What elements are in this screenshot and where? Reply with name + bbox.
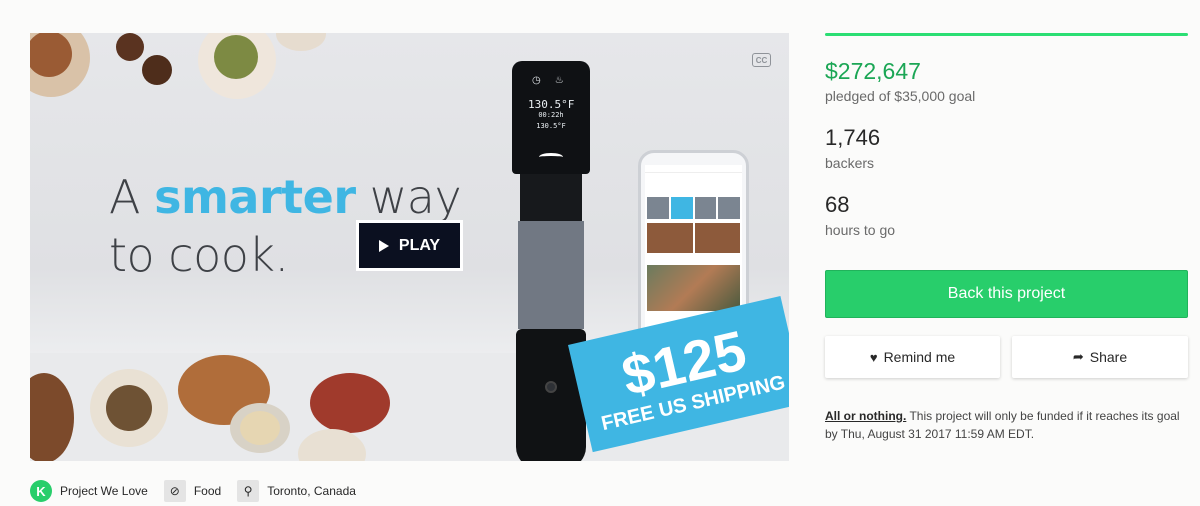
food-plate-image bbox=[90, 369, 168, 447]
food-plate-image bbox=[310, 373, 390, 433]
food-plate-image bbox=[276, 33, 326, 51]
food-plate-image bbox=[230, 403, 290, 453]
kickstarter-k-icon: K bbox=[30, 480, 52, 502]
food-plate-image bbox=[116, 33, 144, 61]
sous-vide-device-image: ◷♨ 130.5°F 00:22h 130.5°F bbox=[512, 61, 590, 461]
food-plate-image bbox=[198, 33, 276, 99]
food-plate-image bbox=[30, 33, 90, 97]
closed-captions-button[interactable]: CC bbox=[752, 53, 771, 67]
funding-progress-bar bbox=[825, 33, 1188, 36]
hours-label: hours to go bbox=[825, 222, 896, 238]
backers-label: backers bbox=[825, 155, 875, 171]
hours-count: 68 bbox=[825, 192, 850, 217]
funding-stats: $272,647 pledged of $35,000 goal 1,746 b… bbox=[825, 33, 1188, 239]
device-display: 130.5°F 00:22h 130.5°F bbox=[528, 98, 575, 130]
tag-category-food[interactable]: ⊘ Food bbox=[163, 480, 221, 502]
tag-project-we-love[interactable]: K Project We Love bbox=[30, 480, 148, 502]
device-icons: ◷♨ bbox=[532, 75, 578, 86]
heart-icon: ♥ bbox=[869, 349, 878, 365]
play-button[interactable]: PLAY bbox=[356, 220, 463, 271]
play-icon bbox=[378, 239, 389, 252]
pledged-label: pledged of $35,000 goal bbox=[825, 88, 976, 104]
compass-icon: ⊘ bbox=[163, 480, 186, 502]
device-logo-icon bbox=[539, 153, 563, 161]
project-video[interactable]: A smarter way to cook. PLAY CC ◷♨ 130.5°… bbox=[30, 33, 789, 461]
tag-location[interactable]: ⚲ Toronto, Canada bbox=[237, 480, 356, 502]
pledged-amount: $272,647 bbox=[825, 58, 921, 84]
share-button[interactable]: ➦ Share bbox=[1012, 336, 1188, 378]
back-project-button[interactable]: Back this project bbox=[825, 270, 1188, 318]
project-tags: K Project We Love ⊘ Food ⚲ Toronto, Cana… bbox=[30, 479, 372, 503]
backers-count: 1,746 bbox=[825, 125, 881, 150]
device-button-icon bbox=[545, 381, 557, 393]
location-pin-icon: ⚲ bbox=[237, 480, 260, 502]
funding-terms: All or nothing. This project will only b… bbox=[825, 409, 1180, 441]
share-arrow-icon: ➦ bbox=[1072, 349, 1084, 364]
all-or-nothing-link[interactable]: All or nothing. bbox=[825, 409, 906, 423]
headline-accent: smarter bbox=[154, 170, 356, 224]
remind-me-button[interactable]: ♥ Remind me bbox=[825, 336, 1000, 378]
food-plate-image bbox=[142, 55, 172, 85]
